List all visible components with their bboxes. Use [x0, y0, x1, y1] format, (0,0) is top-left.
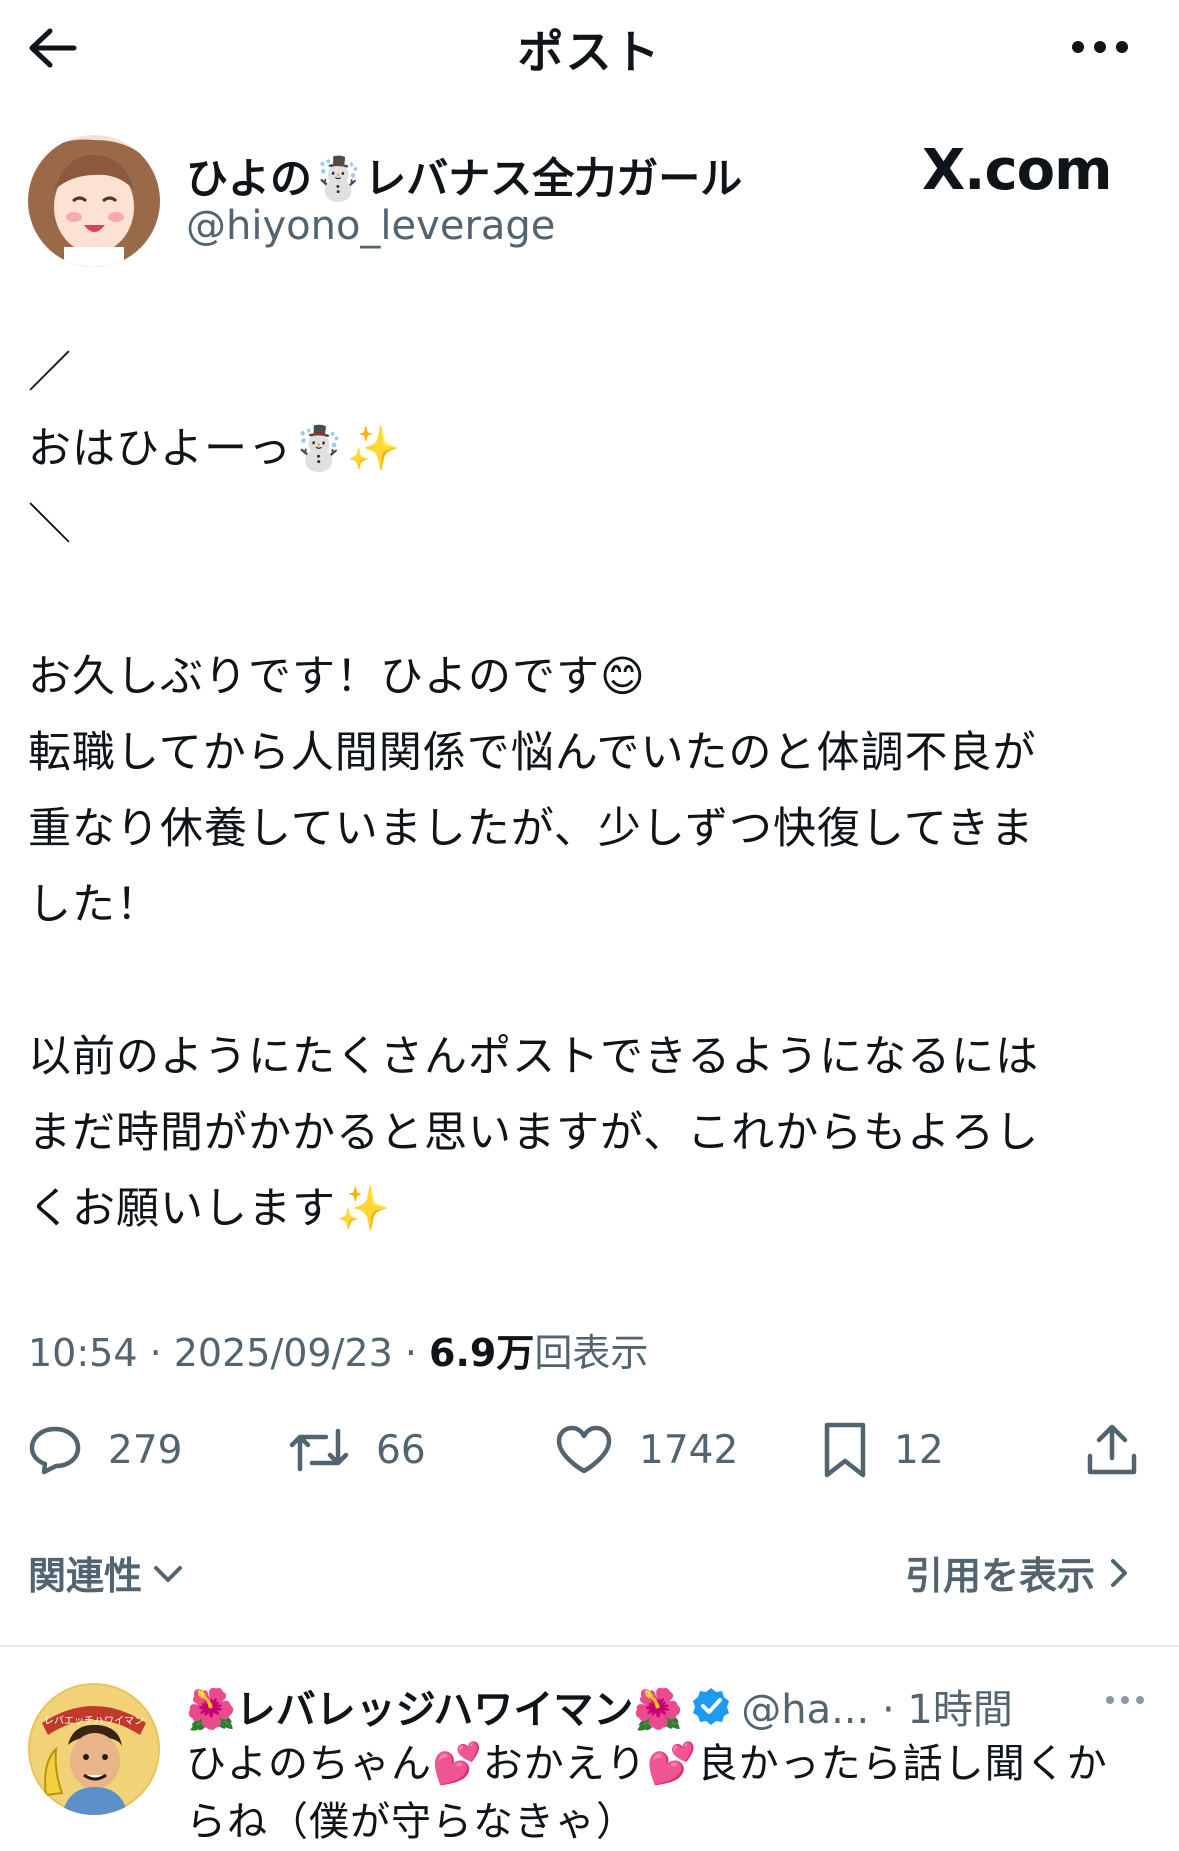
reply-count: 279	[108, 1427, 183, 1473]
like-button[interactable]: 1742	[555, 1410, 738, 1490]
tweet-meta: 10:54 · 2025/09/23 · 6.9万回表示	[28, 1322, 648, 1377]
tweet-timestamp: 10:54 · 2025/09/23 ·	[28, 1331, 430, 1375]
view-quotes-label: 引用を表示	[905, 1554, 1096, 1598]
reply-header: 🌺レバレッジハワイマン🌺 @ha... · 1時間	[186, 1677, 1013, 1735]
repost-icon	[289, 1428, 349, 1472]
more-horizontal-icon	[1072, 41, 1128, 53]
heart-icon	[556, 1425, 612, 1474]
section-divider	[0, 1645, 1179, 1647]
reply-icon	[29, 1426, 81, 1475]
bookmark-count: 12	[894, 1427, 944, 1473]
reply-avatar[interactable]: レバエッチハワイマン	[28, 1683, 160, 1815]
sort-label: 関連性	[28, 1554, 143, 1598]
page-title: ポスト	[517, 25, 662, 79]
tweet-text: ／ おはひよーっ☃️✨ ＼ お久しぶりです！ひよのです😊 転職してから人間関係で…	[28, 348, 1040, 1234]
author-handle[interactable]: @hiyono_leverage	[186, 203, 555, 249]
share-icon	[1087, 1424, 1137, 1475]
view-label: 回表示	[534, 1331, 649, 1375]
more-options-button[interactable]	[1060, 22, 1140, 72]
verified-badge-icon	[693, 1688, 730, 1725]
author-name[interactable]: ひよの☃️レバナス全力ガール	[186, 145, 742, 206]
chevron-down-icon	[154, 1565, 183, 1582]
repost-button[interactable]: 66	[288, 1410, 426, 1490]
reply-author-name[interactable]: 🌺レバレッジハワイマン🌺	[186, 1677, 683, 1735]
brand-watermark: X.com	[922, 138, 1112, 203]
reply-text: ひよのちゃん💕おかえり💕良かったら話し聞くか らね（僕が守らなきゃ）	[186, 1741, 1108, 1845]
chevron-right-icon	[1111, 1558, 1128, 1587]
more-horizontal-icon	[1106, 1696, 1144, 1704]
reply-button[interactable]: 279	[28, 1410, 182, 1490]
repost-count: 66	[376, 1427, 426, 1473]
sort-relevance-dropdown[interactable]: 関連性	[28, 1545, 188, 1600]
bookmark-button[interactable]: 12	[822, 1410, 944, 1490]
reply-handle-time[interactable]: @ha... · 1時間	[741, 1677, 1013, 1735]
author-avatar[interactable]	[28, 135, 160, 267]
bookmark-icon	[824, 1422, 866, 1478]
view-quotes-link[interactable]: 引用を表示	[905, 1545, 1137, 1600]
share-button[interactable]	[1085, 1410, 1139, 1490]
view-count: 6.9万	[429, 1331, 535, 1375]
like-count: 1742	[639, 1427, 739, 1473]
reply-more-button[interactable]	[1095, 1680, 1155, 1720]
